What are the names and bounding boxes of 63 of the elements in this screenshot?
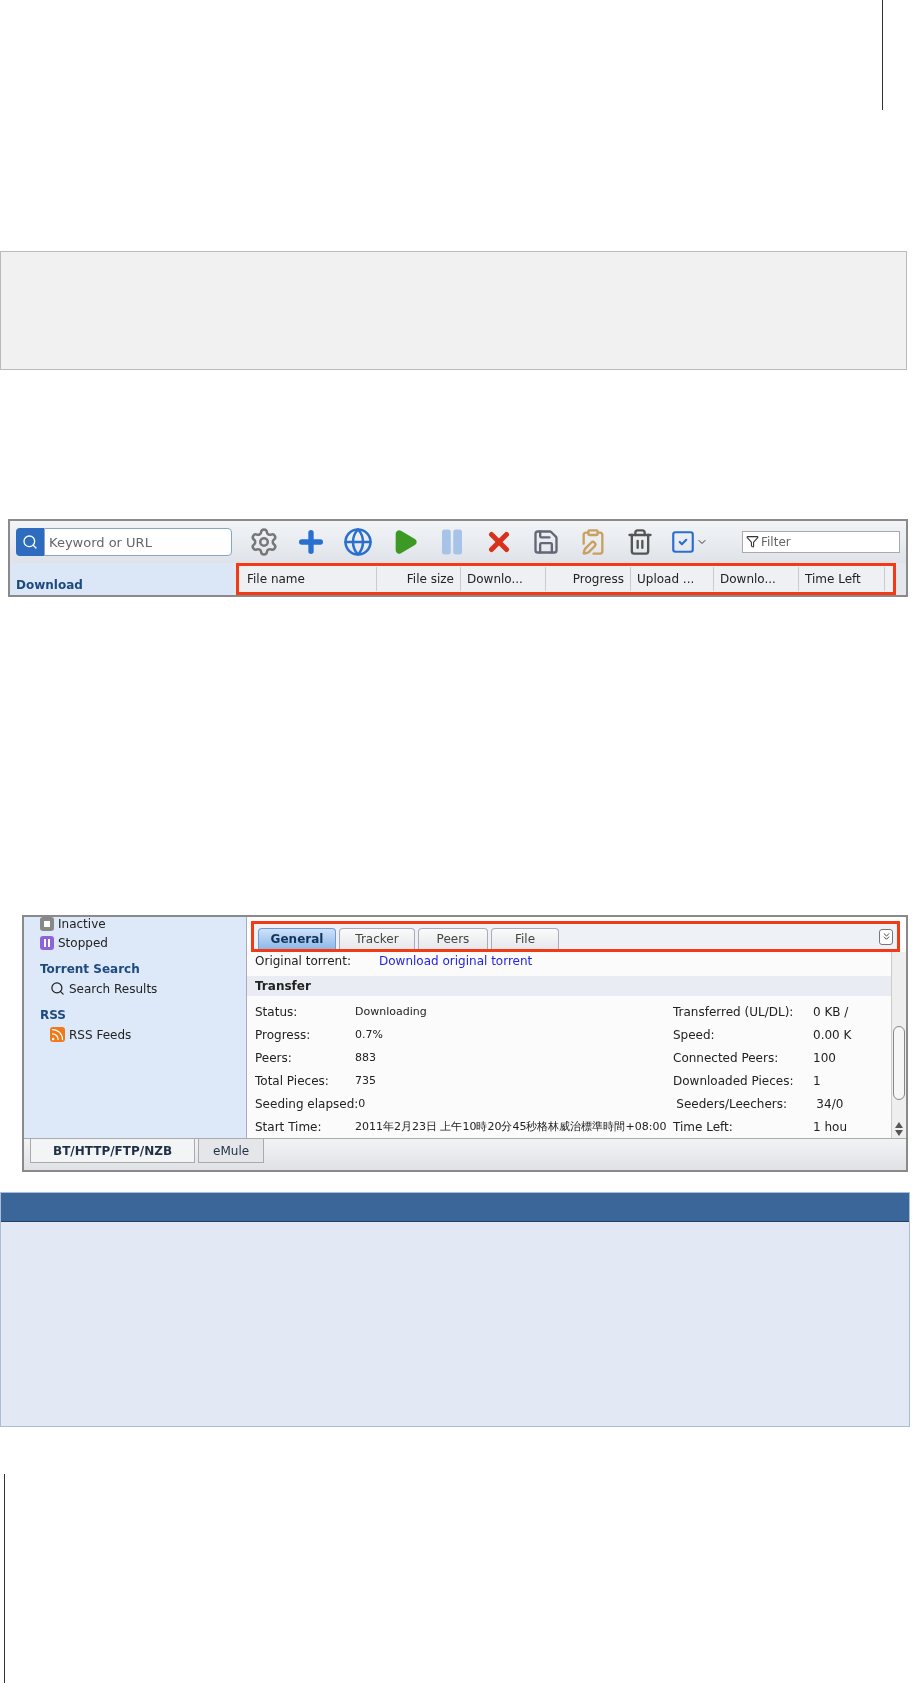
field-label: Total Pieces: [255,1073,330,1088]
search-icon [50,981,65,997]
field-value: 883 [355,1051,377,1065]
field-value: 100 [813,1050,836,1065]
field-label: Transferred (UL/DL): [673,1004,795,1019]
sidebar-item[interactable]: Search Results [50,981,246,997]
sidebar-heading: RSS [40,1008,67,1023]
field-label: Status: [255,1004,299,1019]
trash-icon [625,528,654,557]
column-header[interactable]: Time Left [799,567,885,592]
tab[interactable]: General [258,928,336,950]
sidebar-heading: Download [16,578,83,593]
field-label: Speed: [673,1027,716,1042]
field-label: Time Left: [673,1119,734,1134]
field-label: Original torrent: [255,954,352,969]
search-icon [22,534,38,551]
sidebar-item[interactable]: RSS Feeds [50,1027,246,1043]
field-value: 0.7% [355,1028,384,1042]
field-value: 0 KB / [813,1004,849,1019]
sidebar-heading: Torrent Search [40,962,141,977]
field-value: 1 hou [813,1119,847,1134]
field-label: Connected Peers: [673,1050,780,1065]
column-header[interactable]: File size [377,567,461,592]
collapse-button[interactable] [879,928,893,945]
tab[interactable]: eMule [198,1139,265,1164]
column-header[interactable]: Downlo... [714,567,799,592]
column-header[interactable]: Downlo... [461,567,546,592]
section-heading: Transfer [247,976,891,996]
tab[interactable]: Peers [418,928,488,950]
field-label: Seeders/Leechers: [676,1096,789,1111]
search-field[interactable]: Keyword or URL [44,528,232,557]
field-value: 735 [355,1074,377,1088]
checkbox-icon [670,529,696,556]
field-label: Seeding elapsed: [255,1096,359,1111]
field-value: 34/0 [816,1096,844,1111]
field-value: 1 [813,1073,821,1088]
sidebar-item[interactable]: Inactive [40,917,246,932]
field-value: 2011年2月23日 上午10時20分45秒格林威治標準時間+08:00 [355,1119,668,1135]
field-value: Downloading [355,1005,428,1019]
tab[interactable]: Tracker [339,928,415,950]
tab[interactable]: BT/HTTP/FTP/NZB [30,1139,196,1164]
field-label: Progress: [255,1027,312,1042]
search-button[interactable] [16,528,44,557]
field-label: Peers: [255,1050,293,1065]
globe-icon [342,527,373,558]
field-label: Start Time: [255,1119,323,1134]
filter-field[interactable]: Filter [742,531,900,554]
up-arrow-icon [895,1122,903,1129]
column-header[interactable]: Upload ... [631,567,714,592]
pause-square-icon [40,936,54,951]
filter-icon [746,535,759,549]
field-label: Downloaded Pieces: [673,1073,795,1088]
column-header[interactable]: File name [241,567,377,592]
tab[interactable]: File [491,928,559,950]
field-value: 0 [358,1097,367,1111]
field-value: 0.00 K [813,1027,852,1042]
gear-icon [248,527,279,558]
scrollbar[interactable] [891,952,906,1139]
sidebar-item[interactable]: Stopped [40,936,246,951]
rss-icon [50,1027,65,1043]
download-link[interactable]: Download original torrent [379,954,533,969]
down-arrow-icon [895,1130,903,1137]
column-header[interactable]: Progress [546,567,631,592]
